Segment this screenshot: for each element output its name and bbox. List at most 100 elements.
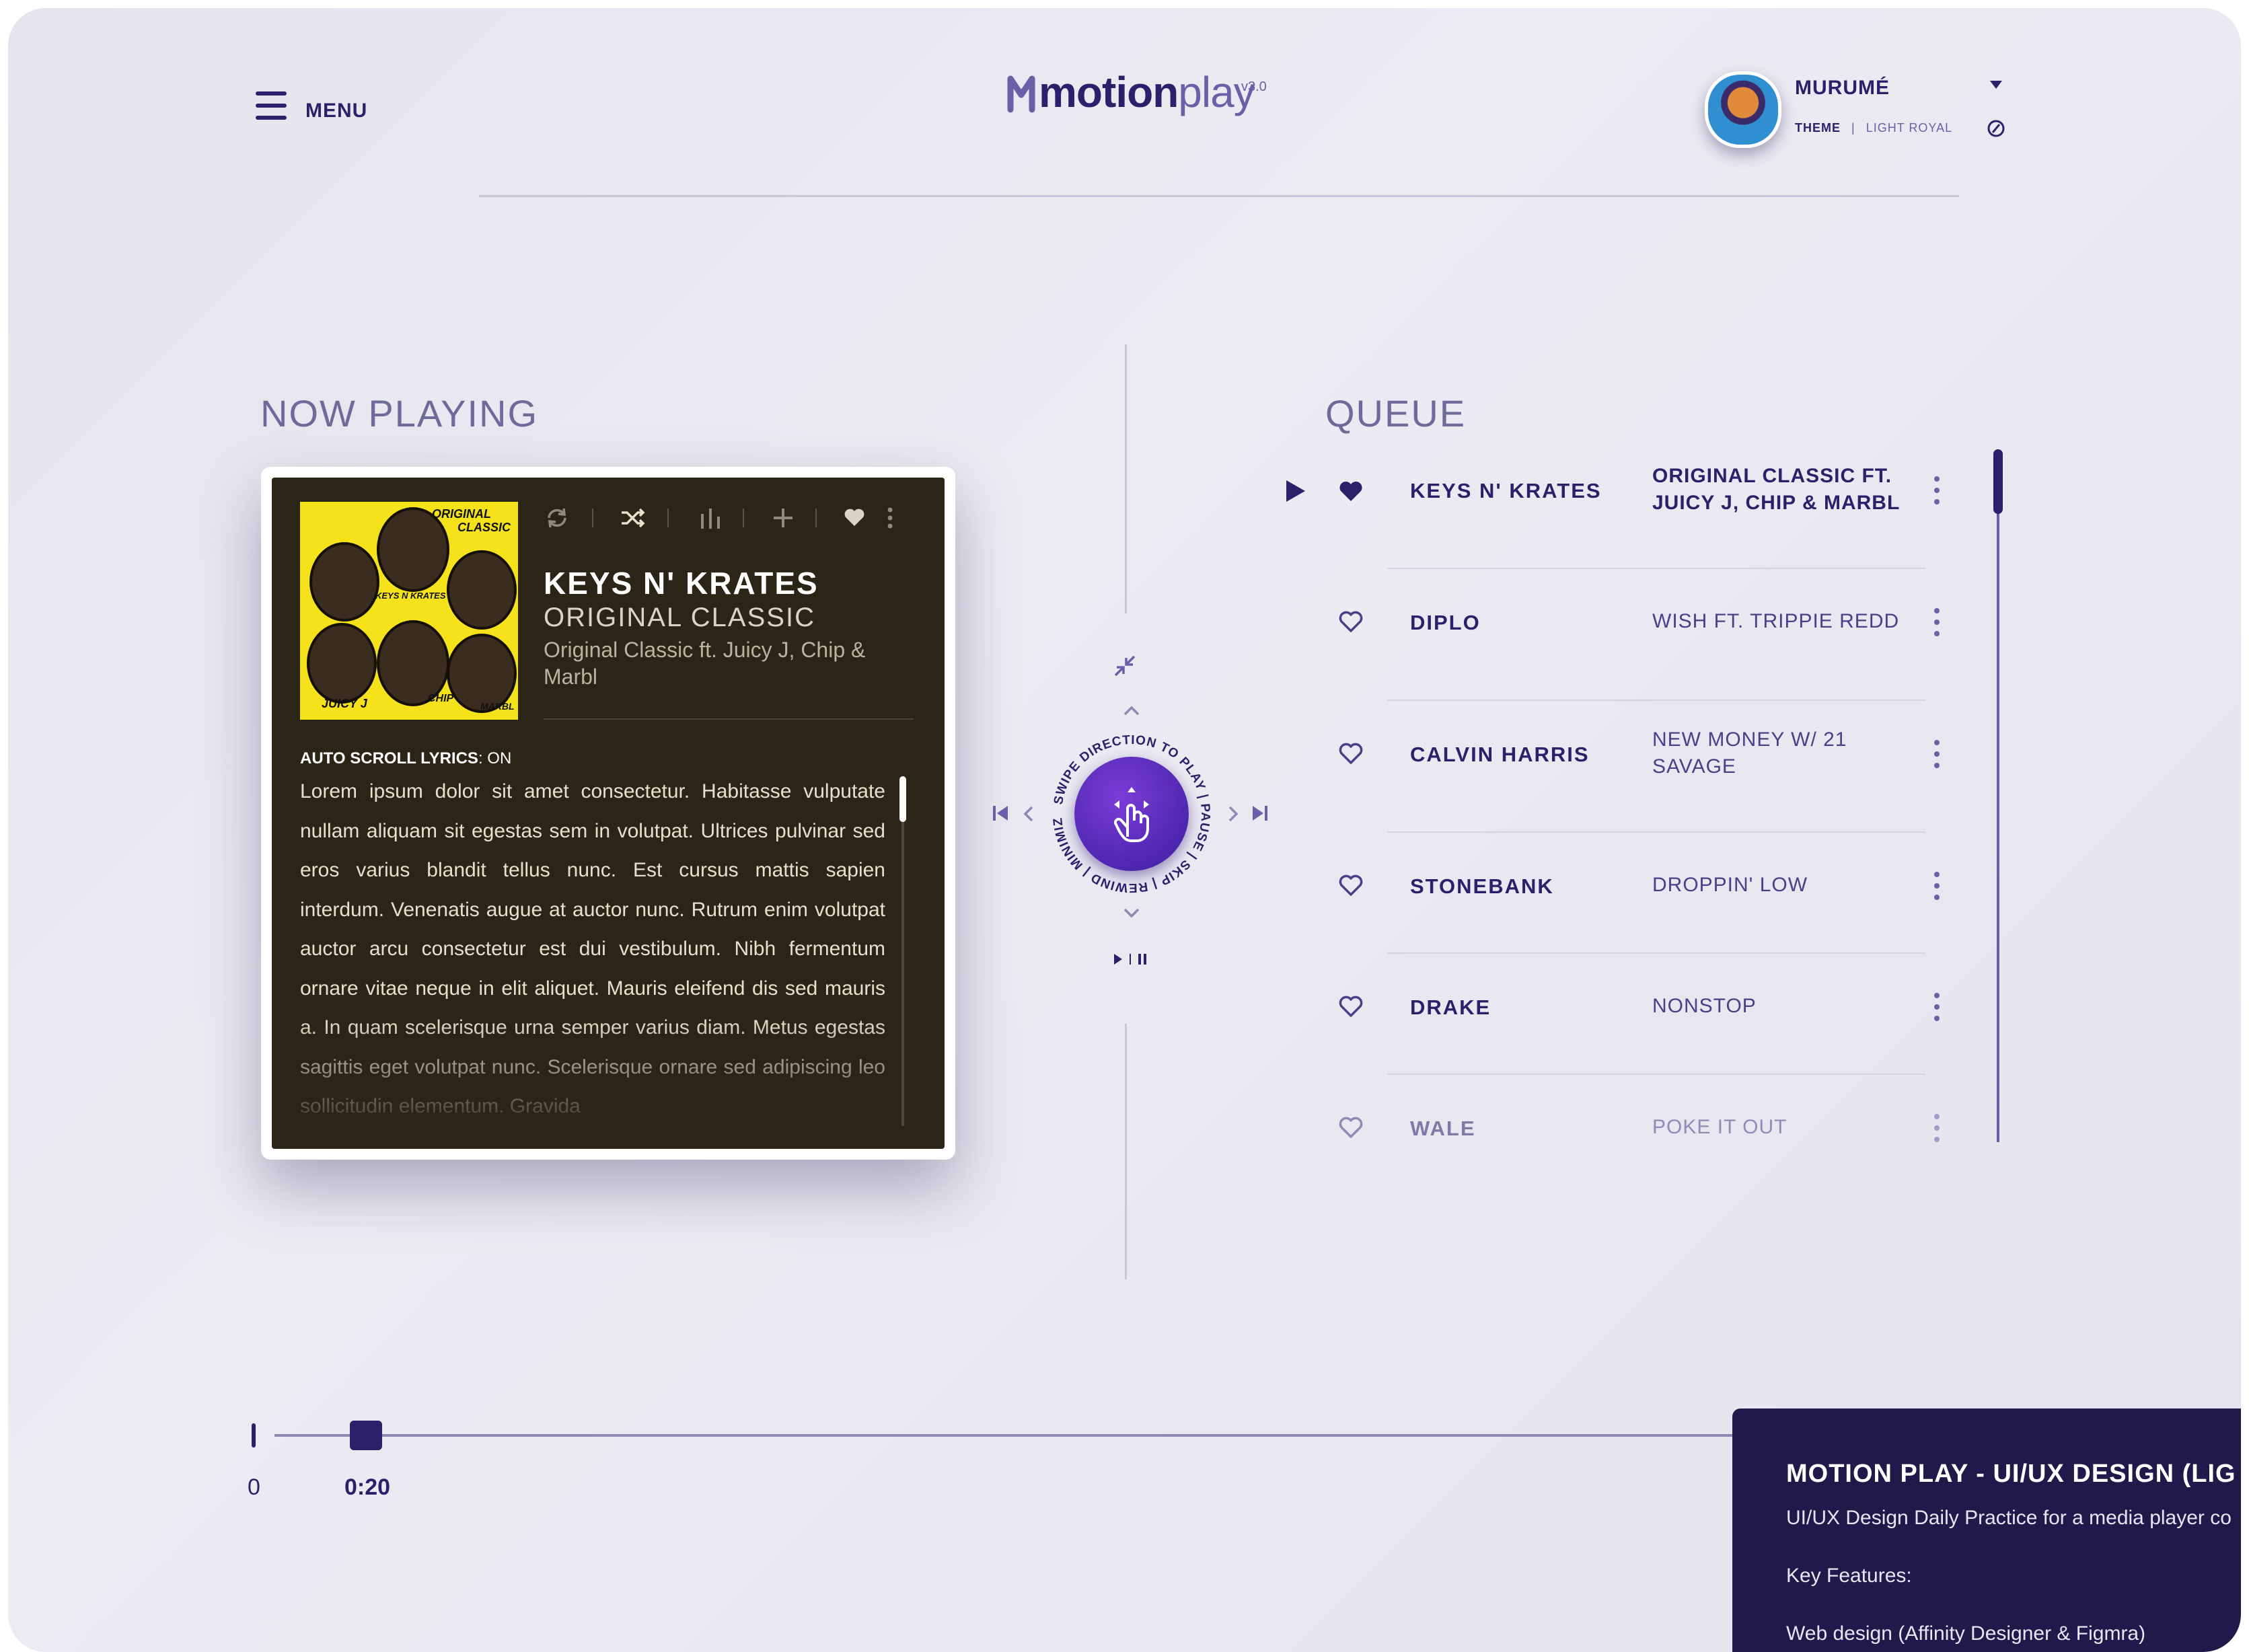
queue-item[interactable]: KEYS N' KRATES ORIGINAL CLASSIC FT. JUIC… bbox=[1273, 439, 1979, 570]
queue-scrollbar-track[interactable] bbox=[1997, 449, 1999, 1142]
chevron-down-icon[interactable] bbox=[1122, 907, 1141, 922]
album-art[interactable]: ORIGINAL CLASSIC KEYS N KRATES JUICY J C… bbox=[300, 502, 518, 720]
gesture-dial[interactable]: SWIPE DIRECTION TO PLAY | PAUSE | SKIP |… bbox=[1047, 724, 1212, 895]
chevron-left-icon[interactable] bbox=[1023, 804, 1036, 827]
auto-scroll-value: : ON bbox=[478, 749, 512, 767]
queue-divider bbox=[1387, 700, 1925, 701]
heart-outline-icon[interactable] bbox=[1337, 608, 1364, 637]
swipe-hand-icon bbox=[1105, 784, 1158, 847]
album-tag: JUICY J bbox=[322, 697, 367, 710]
queue-divider bbox=[1387, 1074, 1925, 1075]
heart-outline-icon[interactable] bbox=[1337, 740, 1364, 769]
album-face bbox=[447, 550, 517, 630]
logo-mark-icon bbox=[1004, 69, 1039, 116]
equalizer-icon[interactable] bbox=[697, 504, 724, 535]
hamburger-menu-icon[interactable] bbox=[256, 91, 287, 121]
queue-artist: DIPLO bbox=[1410, 611, 1481, 634]
queue-title-text: NONSTOP bbox=[1652, 995, 1757, 1017]
auto-scroll-lyrics-toggle[interactable]: AUTO SCROLL LYRICS: ON bbox=[300, 749, 511, 768]
progress-start-tick bbox=[252, 1423, 256, 1448]
info-subtitle: UI/UX Design Daily Practice for a media … bbox=[1786, 1507, 2232, 1529]
heart-outline-icon[interactable] bbox=[1337, 993, 1364, 1022]
queue-artist: STONEBANK bbox=[1410, 874, 1554, 898]
toolbar-divider bbox=[667, 509, 669, 527]
lyrics-scroll-area[interactable]: Lorem ipsum dolor sit amet consectetur. … bbox=[300, 772, 885, 1131]
queue-title-text: WISH FT. TRIPPIE REDD bbox=[1652, 610, 1900, 632]
queue-artist: DRAKE bbox=[1410, 996, 1491, 1019]
queue-artist: WALE bbox=[1410, 1117, 1476, 1140]
theme-value: LIGHT ROYAL bbox=[1866, 121, 1953, 135]
queue-item[interactable]: DRAKE NONSTOP bbox=[1273, 955, 1979, 1076]
heart-outline-icon[interactable] bbox=[1337, 1114, 1364, 1143]
queue-divider bbox=[1387, 568, 1925, 569]
user-name[interactable]: MURUMÉ bbox=[1795, 77, 1890, 100]
queue-item[interactable]: CALVIN HARRIS NEW MONEY W/ 21 SAVAGE bbox=[1273, 702, 1979, 834]
more-options-icon[interactable] bbox=[885, 504, 895, 535]
skip-next-icon[interactable] bbox=[1250, 803, 1270, 827]
minimize-icon[interactable] bbox=[1111, 652, 1138, 683]
queue-title-text: NEW MONEY W/ 21 SAVAGE bbox=[1652, 728, 1847, 778]
add-icon[interactable] bbox=[770, 504, 797, 535]
heart-filled-icon[interactable] bbox=[1337, 478, 1364, 510]
toolbar-divider bbox=[815, 509, 817, 527]
palette-icon[interactable] bbox=[1986, 118, 2006, 142]
more-options-icon[interactable] bbox=[1932, 869, 1942, 906]
logo-bold-text: motion bbox=[1039, 68, 1179, 116]
skip-previous-icon[interactable] bbox=[990, 803, 1010, 827]
progress-bar[interactable] bbox=[274, 1434, 1755, 1437]
queue-divider bbox=[1387, 831, 1925, 833]
now-playing-track: Original Classic ft. Juicy J, Chip & Mar… bbox=[544, 638, 866, 689]
repeat-icon[interactable] bbox=[544, 504, 570, 535]
queue-item[interactable]: WALE POKE IT OUT bbox=[1273, 1076, 1979, 1170]
more-options-icon[interactable] bbox=[1932, 990, 1942, 1027]
menu-label[interactable]: MENU bbox=[305, 100, 367, 122]
queue-list: KEYS N' KRATES ORIGINAL CLASSIC FT. JUIC… bbox=[1273, 439, 2013, 1172]
logo[interactable]: motionplay bbox=[1004, 67, 1255, 128]
now-playing-album: ORIGINAL CLASSIC bbox=[544, 603, 815, 632]
shuffle-icon[interactable] bbox=[619, 504, 646, 535]
user-dropdown-caret-icon[interactable] bbox=[1990, 81, 2002, 89]
queue-title-text: DROPPIN' LOW bbox=[1652, 874, 1808, 896]
info-features-label: Key Features: bbox=[1786, 1565, 1912, 1587]
play-pause-icon[interactable] bbox=[1113, 951, 1156, 971]
queue-title-text: ORIGINAL CLASSIC FT. JUICY J, CHIP & MAR… bbox=[1652, 465, 1901, 514]
queue-title-text: POKE IT OUT bbox=[1652, 1116, 1787, 1138]
info-title: MOTION PLAY - UI/UX DESIGN (LIG bbox=[1786, 1460, 2236, 1488]
heart-icon[interactable] bbox=[842, 504, 867, 533]
info-feature-item: Web design (Affinity Designer & Figmra) bbox=[1786, 1622, 2146, 1645]
center-divider-top bbox=[1125, 344, 1127, 613]
heart-outline-icon[interactable] bbox=[1337, 872, 1364, 901]
toolbar-divider bbox=[743, 509, 744, 527]
theme-label: THEME bbox=[1795, 121, 1841, 135]
center-divider-bottom bbox=[1125, 1024, 1127, 1279]
lyrics-scrollbar-track[interactable] bbox=[901, 776, 904, 1126]
now-playing-card-inner: ORIGINAL CLASSIC KEYS N KRATES JUICY J C… bbox=[272, 478, 945, 1149]
queue-scrollbar-thumb[interactable] bbox=[1993, 449, 2003, 514]
play-icon[interactable] bbox=[1284, 479, 1306, 506]
more-options-icon[interactable] bbox=[1932, 474, 1942, 511]
app-window: MENU motionplay v3.0 MURUMÉ THEME | LIGH… bbox=[8, 8, 2241, 1652]
more-options-icon[interactable] bbox=[1932, 737, 1942, 774]
avatar[interactable] bbox=[1705, 71, 1781, 148]
logo-version: v3.0 bbox=[1241, 79, 1267, 94]
now-playing-title: NOW PLAYING bbox=[260, 392, 539, 435]
more-options-icon[interactable] bbox=[1932, 1111, 1942, 1148]
progress-thumb[interactable] bbox=[350, 1421, 382, 1450]
album-tag: CLASSIC bbox=[457, 521, 511, 534]
queue-item[interactable]: STONEBANK DROPPIN' LOW bbox=[1273, 834, 1979, 955]
chevron-up-icon[interactable] bbox=[1122, 705, 1141, 720]
progress-start-time: 0 bbox=[248, 1474, 260, 1500]
album-tag: KEYS N KRATES bbox=[375, 591, 446, 601]
theme-separator: | bbox=[1851, 121, 1855, 135]
queue-artist: KEYS N' KRATES bbox=[1410, 479, 1602, 502]
queue-item[interactable]: DIPLO WISH FT. TRIPPIE REDD bbox=[1273, 570, 1979, 702]
chevron-right-icon[interactable] bbox=[1226, 804, 1239, 827]
now-playing-artist: KEYS N' KRATES bbox=[544, 566, 819, 601]
now-playing-divider bbox=[544, 718, 914, 720]
lyrics-scrollbar-thumb[interactable] bbox=[899, 776, 906, 822]
theme-selector[interactable]: THEME | LIGHT ROYAL bbox=[1795, 121, 1952, 135]
header-divider bbox=[479, 195, 1959, 197]
progress-current-time: 0:20 bbox=[344, 1474, 391, 1500]
more-options-icon[interactable] bbox=[1932, 605, 1942, 642]
queue-artist: CALVIN HARRIS bbox=[1410, 743, 1590, 766]
